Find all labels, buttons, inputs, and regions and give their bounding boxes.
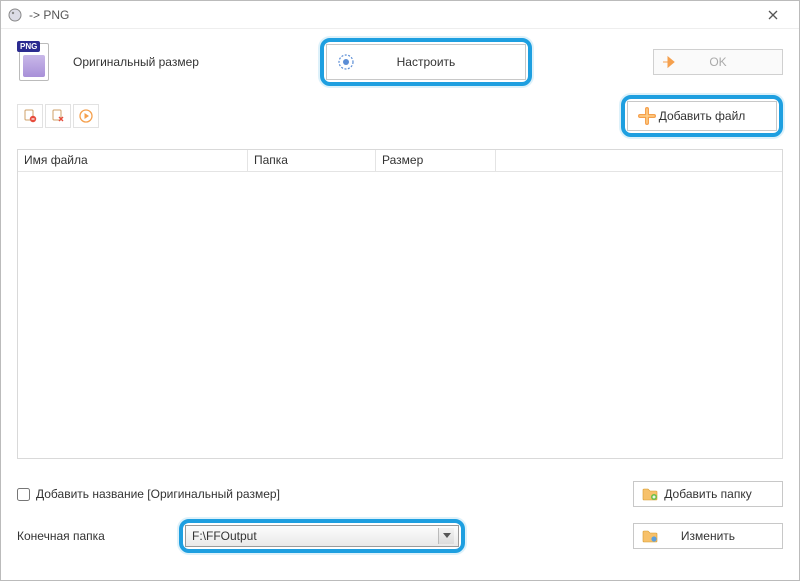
gear-icon [337, 53, 355, 71]
arrow-right-icon [662, 55, 678, 69]
play-icon [79, 109, 93, 123]
add-file-button[interactable]: Добавить файл [627, 101, 777, 131]
destination-highlight: F:\FFOutput [179, 519, 465, 553]
destination-label: Конечная папка [17, 529, 167, 543]
close-button[interactable] [753, 3, 793, 27]
column-header-spacer [496, 150, 782, 171]
file-remove-icon [23, 109, 37, 123]
destination-select[interactable]: F:\FFOutput [185, 525, 459, 547]
ok-button-label: OK [709, 55, 726, 69]
window-title: -> PNG [29, 8, 69, 22]
column-header-name[interactable]: Имя файла [18, 150, 248, 171]
file-table: Имя файла Папка Размер [17, 149, 783, 459]
app-icon [7, 7, 23, 23]
close-icon [768, 10, 778, 20]
titlebar: -> PNG [1, 1, 799, 29]
bottom-panel: Добавить название [Оригинальный размер] … [17, 481, 783, 553]
original-size-label: Оригинальный размер [73, 55, 199, 69]
ok-button[interactable]: OK [653, 49, 783, 75]
add-file-highlight: Добавить файл [621, 95, 783, 137]
top-row: PNG Оригинальный размер Настроить OK [17, 39, 783, 85]
folder-add-icon [642, 487, 658, 501]
settings-button[interactable]: Настроить [326, 44, 526, 80]
column-header-folder[interactable]: Папка [248, 150, 376, 171]
file-clear-icon [51, 109, 65, 123]
plus-icon [638, 107, 656, 125]
remove-file-button[interactable] [17, 104, 43, 128]
add-folder-button[interactable]: Добавить папку [633, 481, 783, 507]
destination-value: F:\FFOutput [192, 529, 257, 543]
add-title-checkbox-wrap[interactable]: Добавить название [Оригинальный размер] [17, 487, 633, 501]
add-file-button-label: Добавить файл [659, 109, 746, 123]
table-header: Имя файла Папка Размер [18, 150, 782, 172]
settings-button-label: Настроить [397, 55, 456, 69]
add-title-checkbox[interactable] [17, 488, 30, 501]
play-button[interactable] [73, 104, 99, 128]
png-file-icon: PNG [17, 41, 53, 83]
settings-highlight: Настроить [320, 38, 532, 86]
folder-open-icon [642, 529, 658, 543]
add-folder-button-label: Добавить папку [664, 487, 751, 501]
second-row: Добавить файл [17, 95, 783, 137]
chevron-down-icon [438, 528, 454, 544]
change-button[interactable]: Изменить [633, 523, 783, 549]
change-button-label: Изменить [681, 529, 735, 543]
table-body[interactable] [18, 172, 782, 458]
column-header-size[interactable]: Размер [376, 150, 496, 171]
clear-list-button[interactable] [45, 104, 71, 128]
add-title-checkbox-label: Добавить название [Оригинальный размер] [36, 487, 280, 501]
